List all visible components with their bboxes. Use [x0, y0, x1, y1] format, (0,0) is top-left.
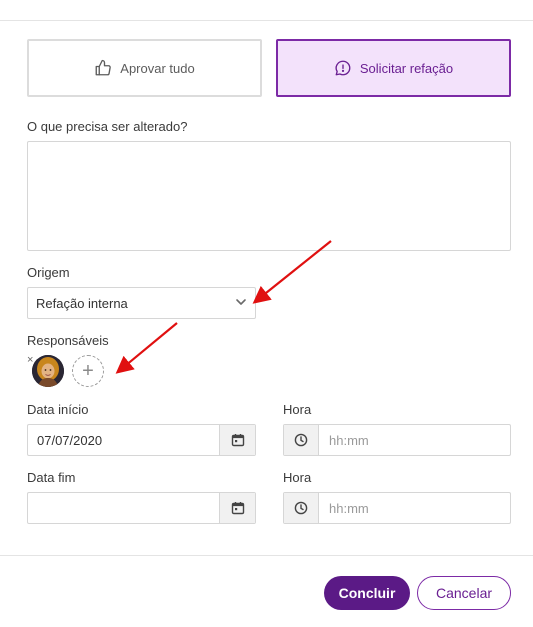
responsibles-label: Responsáveis [27, 333, 109, 348]
cancel-button[interactable]: Cancelar [417, 576, 511, 610]
end-time-field[interactable]: hh:mm [283, 492, 511, 524]
chevron-down-icon [235, 296, 247, 311]
start-date-label: Data início [27, 402, 89, 417]
calendar-icon[interactable] [219, 493, 255, 523]
calendar-icon[interactable] [219, 425, 255, 455]
end-date-label: Data fim [27, 470, 76, 485]
start-time-input[interactable]: hh:mm [319, 425, 510, 455]
clock-icon[interactable] [284, 493, 319, 523]
avatar [32, 355, 64, 387]
top-divider [0, 20, 533, 21]
message-alert-icon [334, 59, 352, 77]
start-date-field[interactable]: 07/07/2020 [27, 424, 256, 456]
approve-all-label: Aprovar tudo [120, 60, 195, 76]
end-date-field[interactable] [27, 492, 256, 524]
end-time-input[interactable]: hh:mm [319, 493, 510, 523]
conclude-button[interactable]: Concluir [324, 576, 410, 610]
start-date-value[interactable]: 07/07/2020 [28, 425, 219, 455]
approve-all-button[interactable]: Aprovar tudo [27, 39, 262, 97]
end-date-value[interactable] [28, 493, 219, 523]
start-time-label: Hora [283, 402, 312, 417]
origin-label: Origem [27, 265, 70, 280]
annotation-arrow-responsibles [115, 322, 178, 374]
clock-icon[interactable] [284, 425, 319, 455]
change-description-textarea[interactable] [27, 141, 511, 251]
end-time-label: Hora [283, 470, 312, 485]
change-description-label: O que precisa ser alterado? [27, 119, 188, 134]
add-responsible-button[interactable]: + [72, 355, 104, 387]
request-redo-label: Solicitar refação [359, 60, 454, 76]
origin-selected-value: Refação interna [36, 295, 128, 311]
start-time-field[interactable]: hh:mm [283, 424, 511, 456]
responsible-chip: × [27, 354, 65, 388]
origin-select[interactable]: Refação interna [27, 287, 256, 319]
footer-divider [0, 555, 533, 556]
thumbs-up-icon [94, 59, 112, 77]
request-redo-button[interactable]: Solicitar refação [276, 39, 511, 97]
